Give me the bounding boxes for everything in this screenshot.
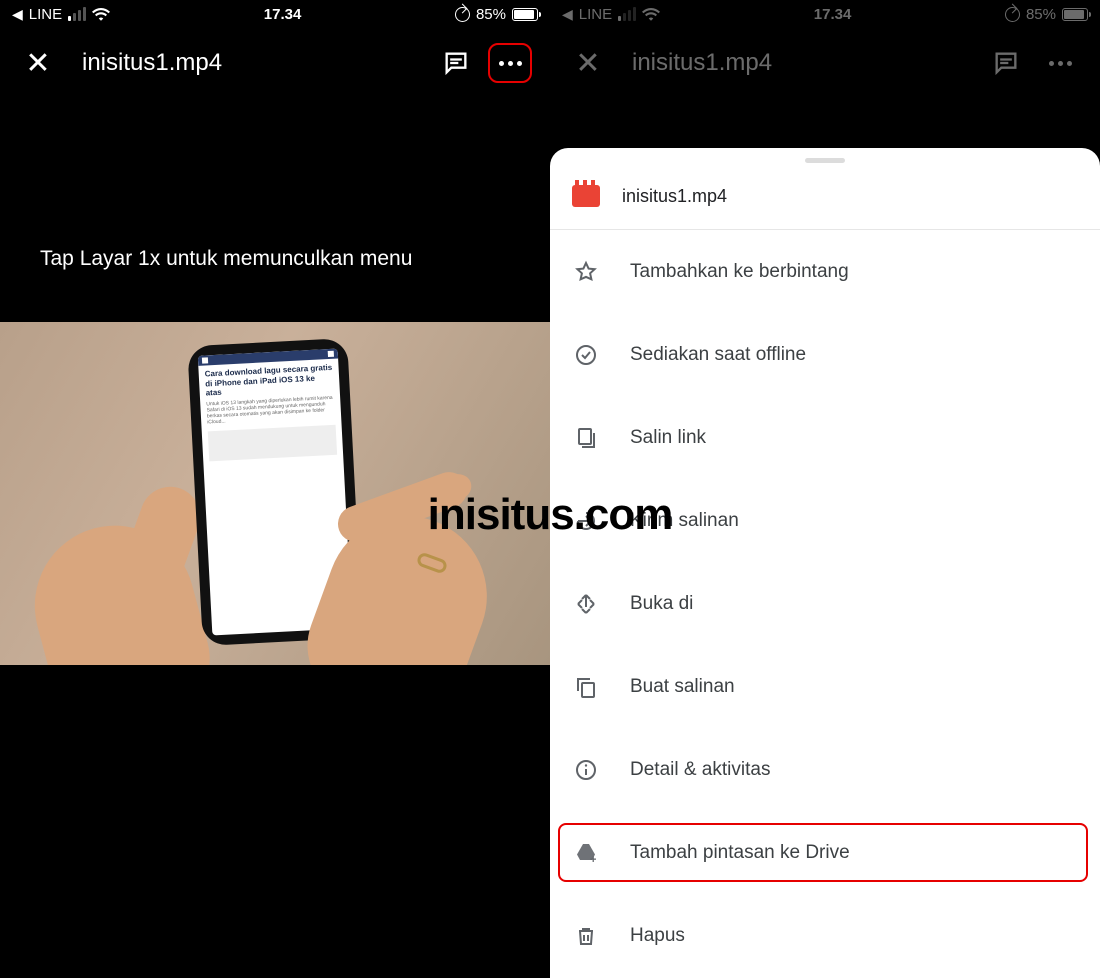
menu-item-make-copy[interactable]: Buat salinan bbox=[550, 645, 1100, 728]
menu-item-label: Tambahkan ke berbintang bbox=[630, 261, 849, 283]
app-header-dimmed: ✕ inisitus1.mp4 bbox=[550, 28, 1100, 98]
battery-pct: 85% bbox=[476, 6, 506, 23]
sheet-file-header: inisitus1.mp4 bbox=[550, 169, 1100, 229]
menu-item-offline[interactable]: Sediakan saat offline bbox=[550, 313, 1100, 396]
wifi-icon bbox=[642, 7, 660, 21]
rotation-lock-icon bbox=[1005, 7, 1020, 22]
sheet-menu: Tambahkan ke berbintang Sediakan saat off… bbox=[550, 230, 1100, 978]
action-sheet: inisitus1.mp4 Tambahkan ke berbintang Sed… bbox=[550, 148, 1100, 978]
cell-signal-icon bbox=[618, 7, 636, 21]
back-app-label[interactable]: LINE bbox=[579, 6, 612, 23]
menu-item-delete[interactable]: Hapus bbox=[550, 894, 1100, 977]
watermark: inisitus.com bbox=[428, 490, 673, 540]
right-screen: ◀ LINE 17.34 85% ✕ inisitus1.mp4 bbox=[550, 0, 1100, 978]
menu-item-label: Detail & aktivitas bbox=[630, 759, 770, 781]
comment-icon bbox=[992, 49, 1020, 77]
battery-pct: 85% bbox=[1026, 6, 1056, 23]
more-icon bbox=[1049, 61, 1072, 66]
file-title: inisitus1.mp4 bbox=[632, 49, 990, 77]
close-button[interactable]: ✕ bbox=[22, 47, 54, 79]
menu-item-label: Buka di bbox=[630, 593, 693, 615]
open-in-icon bbox=[572, 592, 600, 616]
comments-button[interactable] bbox=[440, 47, 472, 79]
close-icon: ✕ bbox=[25, 46, 50, 81]
status-bar: ◀ LINE 17.34 85% bbox=[0, 0, 550, 28]
back-app-label[interactable]: LINE bbox=[29, 6, 62, 23]
more-button-highlighted[interactable] bbox=[488, 43, 532, 83]
sheet-filename: inisitus1.mp4 bbox=[622, 186, 727, 207]
video-file-icon bbox=[572, 185, 600, 207]
menu-item-open-in[interactable]: Buka di bbox=[550, 562, 1100, 645]
comment-icon bbox=[442, 49, 470, 77]
back-app-arrow[interactable]: ◀ bbox=[12, 6, 23, 23]
app-header: ✕ inisitus1.mp4 bbox=[0, 28, 550, 98]
info-icon bbox=[572, 758, 600, 782]
back-app-arrow[interactable]: ◀ bbox=[562, 6, 573, 23]
wifi-icon bbox=[92, 7, 110, 21]
comments-button[interactable] bbox=[990, 47, 1022, 79]
copy-link-icon bbox=[572, 426, 600, 450]
close-button[interactable]: ✕ bbox=[572, 47, 604, 79]
battery-icon bbox=[512, 8, 538, 21]
menu-item-label: Sediakan saat offline bbox=[630, 344, 806, 366]
instruction-text: Tap Layar 1x untuk memunculkan menu bbox=[0, 245, 550, 273]
more-button[interactable] bbox=[1038, 43, 1082, 83]
file-title: inisitus1.mp4 bbox=[82, 49, 440, 77]
sheet-handle[interactable] bbox=[805, 158, 845, 163]
status-time: 17.34 bbox=[264, 6, 302, 23]
menu-item-label: Salin link bbox=[630, 427, 706, 449]
rotation-lock-icon bbox=[455, 7, 470, 22]
menu-item-add-drive-shortcut[interactable]: Tambah pintasan ke Drive bbox=[550, 811, 1100, 894]
status-bar: ◀ LINE 17.34 85% bbox=[550, 0, 1100, 28]
article-heading: Cara download lagu secara gratis di iPho… bbox=[204, 363, 333, 398]
more-icon bbox=[499, 61, 522, 66]
drive-shortcut-icon bbox=[572, 841, 600, 865]
menu-item-details[interactable]: Detail & aktivitas bbox=[550, 728, 1100, 811]
star-icon bbox=[572, 260, 600, 284]
duplicate-icon bbox=[572, 675, 600, 699]
menu-item-starred[interactable]: Tambahkan ke berbintang bbox=[550, 230, 1100, 313]
trash-icon bbox=[572, 924, 600, 948]
menu-item-label: Tambah pintasan ke Drive bbox=[630, 842, 850, 864]
cell-signal-icon bbox=[68, 7, 86, 21]
left-screen: ◀ LINE 17.34 85% ✕ inisitus1.mp4 Tap Lay… bbox=[0, 0, 550, 978]
battery-icon bbox=[1062, 8, 1088, 21]
offline-icon bbox=[572, 343, 600, 367]
close-icon: ✕ bbox=[575, 46, 600, 81]
menu-item-copy-link[interactable]: Salin link bbox=[550, 396, 1100, 479]
status-time: 17.34 bbox=[814, 6, 852, 23]
menu-item-label: Hapus bbox=[630, 925, 685, 947]
menu-item-label: Buat salinan bbox=[630, 676, 735, 698]
